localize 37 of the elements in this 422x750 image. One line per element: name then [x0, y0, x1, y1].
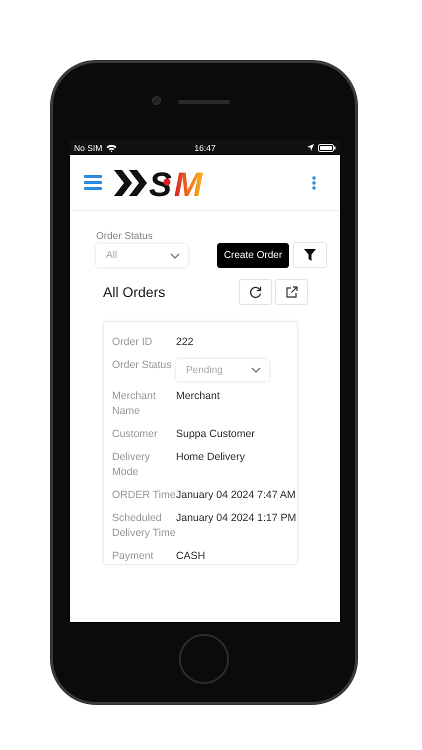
- wifi-icon: [106, 144, 118, 152]
- camera-icon: [152, 96, 161, 105]
- field-value: January 04 2024 1:17 PM: [176, 511, 296, 526]
- field-value: 222: [176, 335, 194, 350]
- chevron-down-icon: [170, 252, 180, 258]
- filter-label: Order Status: [96, 231, 154, 242]
- field-label: Customer: [112, 427, 159, 442]
- clock-time: 16:47: [194, 142, 216, 152]
- filter-icon: [304, 249, 316, 261]
- more-options-icon[interactable]: [312, 176, 316, 190]
- carrier-label: No SIM: [74, 142, 102, 152]
- export-button[interactable]: [275, 279, 308, 305]
- order-status-dropdown[interactable]: Pending: [176, 359, 269, 381]
- field-value: Merchant: [176, 389, 220, 404]
- filter-button[interactable]: [293, 242, 327, 268]
- field-value: January 04 2024 7:47 AM: [176, 488, 296, 503]
- field-value: Suppa Customer: [176, 427, 255, 442]
- field-label: Merchant Name: [112, 389, 157, 419]
- field-label: ORDER Time: [112, 488, 176, 503]
- field-label: Order ID: [112, 335, 154, 350]
- field-label: Payment: [112, 549, 154, 564]
- section-title: All Orders: [103, 284, 166, 300]
- chevron-down-icon: [251, 367, 261, 373]
- field-label: Order Status: [112, 358, 173, 373]
- menu-icon[interactable]: [84, 175, 102, 190]
- status-dropdown[interactable]: All: [96, 244, 188, 267]
- external-link-icon: [286, 286, 298, 298]
- create-order-button[interactable]: Create Order: [217, 243, 289, 268]
- logo: SM: [114, 166, 220, 200]
- refresh-icon: [249, 286, 262, 298]
- refresh-button[interactable]: [239, 279, 272, 305]
- field-value: CASH: [176, 549, 206, 564]
- field-label: Delivery Mode: [112, 450, 151, 480]
- field-label: Scheduled Delivery Time: [112, 511, 176, 541]
- location-arrow-icon: [307, 144, 314, 151]
- battery-icon: [318, 144, 336, 152]
- field-value: Home Delivery: [176, 450, 245, 465]
